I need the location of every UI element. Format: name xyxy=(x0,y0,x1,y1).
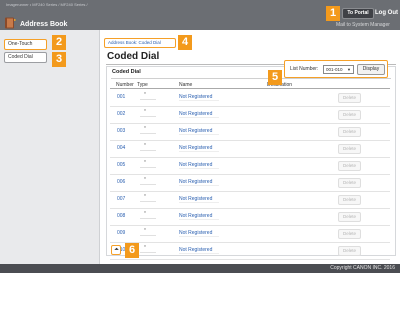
display-button[interactable]: Display xyxy=(357,64,385,75)
row-type-underline xyxy=(140,116,156,117)
row-name-underline xyxy=(179,253,219,254)
delete-button[interactable]: Delete xyxy=(338,195,361,205)
sidebar-item-one-touch[interactable]: One-Touch xyxy=(4,39,47,50)
callout-2: 2 xyxy=(52,35,66,50)
row-name-underline xyxy=(179,236,219,237)
row-number-link[interactable]: 002 xyxy=(117,111,125,117)
delete-button[interactable]: Delete xyxy=(338,178,361,188)
row-name-underline xyxy=(179,151,219,152)
row-number-link[interactable]: 008 xyxy=(117,213,125,219)
sidebar-item-coded-dial[interactable]: Coded Dial xyxy=(4,52,47,63)
delete-button[interactable]: Delete xyxy=(338,93,361,103)
row-type-underline xyxy=(140,99,156,100)
breadcrumb[interactable]: Address Book: Coded Dial xyxy=(104,38,176,48)
row-type-underline xyxy=(140,184,156,185)
row-type: * xyxy=(144,143,146,149)
list-number-label: List Number: xyxy=(290,66,319,72)
top-bar: Imagerunner • MF240 Series / MF240 Serie… xyxy=(0,0,400,30)
table-row: 004 * Not Registered Delete xyxy=(110,141,390,158)
copyright-text: Copyright CANON INC. 2016 xyxy=(330,265,395,271)
list-number-value: 001-010 xyxy=(326,67,343,72)
row-type: * xyxy=(144,177,146,183)
callout-1: 1 xyxy=(326,6,340,21)
row-divider xyxy=(110,259,390,260)
table-header-divider xyxy=(110,88,390,89)
row-type: * xyxy=(144,228,146,234)
page-title: Coded Dial xyxy=(107,51,160,62)
delete-button[interactable]: Delete xyxy=(338,110,361,120)
row-type: * xyxy=(144,160,146,166)
table-row: 003 * Not Registered Delete xyxy=(110,124,390,141)
callout-5: 5 xyxy=(268,70,282,85)
list-number-group: List Number: 001-010 ▼ Display xyxy=(284,60,388,78)
row-type: * xyxy=(144,92,146,98)
row-type: * xyxy=(144,109,146,115)
row-type-underline xyxy=(140,133,156,134)
delete-button[interactable]: Delete xyxy=(338,229,361,239)
delete-button[interactable]: Delete xyxy=(338,246,361,256)
row-type: * xyxy=(144,194,146,200)
row-number-link[interactable]: 001 xyxy=(117,94,125,100)
row-type: * xyxy=(144,126,146,132)
row-name-underline xyxy=(179,219,219,220)
table-row: 010 * Not Registered Delete xyxy=(110,243,390,260)
address-book-icon xyxy=(5,17,16,29)
row-number-link[interactable]: 006 xyxy=(117,179,125,185)
footer: Copyright CANON INC. 2016 xyxy=(0,264,400,273)
row-number-link[interactable]: 005 xyxy=(117,162,125,168)
delete-button[interactable]: Delete xyxy=(338,144,361,154)
row-name-underline xyxy=(179,168,219,169)
row-type-underline xyxy=(140,252,156,253)
table-row: 006 * Not Registered Delete xyxy=(110,175,390,192)
delete-button[interactable]: Delete xyxy=(338,161,361,171)
table-row: 007 * Not Registered Delete xyxy=(110,192,390,209)
row-name-underline xyxy=(179,185,219,186)
delete-button[interactable]: Delete xyxy=(338,212,361,222)
callout-3: 3 xyxy=(52,52,66,67)
row-number-link[interactable]: 009 xyxy=(117,230,125,236)
device-breadcrumb: Imagerunner • MF240 Series / MF240 Serie… xyxy=(6,2,88,7)
back-to-top-button[interactable]: ⏶ xyxy=(111,245,121,255)
callout-6: 6 xyxy=(125,243,139,258)
panel-title: Coded Dial xyxy=(112,69,141,75)
list-number-select[interactable]: 001-010 ▼ xyxy=(323,65,354,74)
arrow-up-icon: ⏶ xyxy=(114,247,119,253)
callout-4: 4 xyxy=(178,35,192,50)
table-row: 008 * Not Registered Delete xyxy=(110,209,390,226)
row-name-underline xyxy=(179,134,219,135)
logout-link[interactable]: Log Out xyxy=(375,8,398,19)
row-type-underline xyxy=(140,218,156,219)
row-number-link[interactable]: 003 xyxy=(117,128,125,134)
table-row: 009 * Not Registered Delete xyxy=(110,226,390,243)
table-row: 005 * Not Registered Delete xyxy=(110,158,390,175)
app-title: Address Book xyxy=(20,21,68,28)
row-number-link[interactable]: 007 xyxy=(117,196,125,202)
row-type-underline xyxy=(140,150,156,151)
row-name-underline xyxy=(179,202,219,203)
row-name-underline xyxy=(179,100,219,101)
row-type-underline xyxy=(140,201,156,202)
chevron-down-icon: ▼ xyxy=(347,67,351,72)
row-type: * xyxy=(144,245,146,251)
row-type-underline xyxy=(140,167,156,168)
sidebar: One-Touch Coded Dial xyxy=(0,30,100,265)
to-portal-button[interactable]: To Portal xyxy=(342,8,374,19)
mail-to-system-manager-link[interactable]: Mail to System Manager xyxy=(336,22,390,28)
panel-divider xyxy=(111,78,391,79)
row-type-underline xyxy=(140,235,156,236)
table-row: 001 * Not Registered Delete xyxy=(110,90,390,107)
delete-button[interactable]: Delete xyxy=(338,127,361,137)
main-content: Address Book: Coded Dial Coded Dial Code… xyxy=(101,30,400,265)
row-type: * xyxy=(144,211,146,217)
row-number-link[interactable]: 004 xyxy=(117,145,125,151)
table-row: 002 * Not Registered Delete xyxy=(110,107,390,124)
row-name-underline xyxy=(179,117,219,118)
